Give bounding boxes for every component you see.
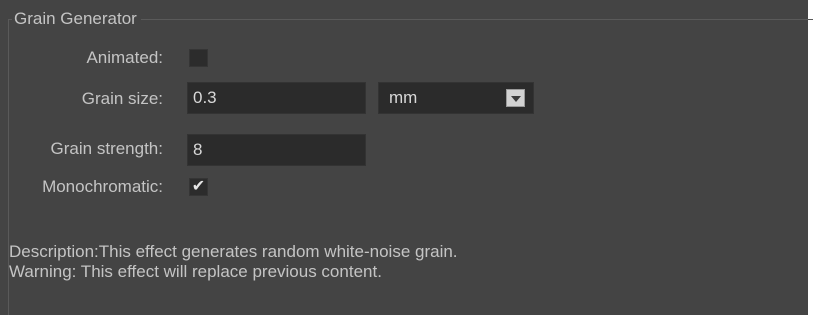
grain-size-input[interactable]: 0.3: [187, 82, 366, 114]
effect-settings-panel: Grain Generator Animated: Grain size: 0.…: [0, 0, 818, 315]
description-text: Description:This effect generates random…: [9, 242, 458, 261]
grain-strength-input[interactable]: 8: [187, 134, 366, 166]
monochromatic-checkbox[interactable]: ✔: [189, 178, 208, 196]
animated-checkbox[interactable]: [189, 49, 208, 67]
monochromatic-label: Monochromatic:: [42, 177, 163, 196]
grain-size-unit-value: mm: [389, 88, 418, 107]
chevron-down-icon[interactable]: [506, 89, 525, 107]
animated-label: Animated:: [86, 48, 163, 67]
grain-size-unit-dropdown[interactable]: mm: [378, 82, 534, 114]
warning-text: Warning: This effect will replace previo…: [9, 262, 382, 281]
group-title: Grain Generator: [12, 9, 141, 29]
grain-strength-label: Grain strength:: [50, 139, 163, 158]
checkmark-icon: ✔: [191, 178, 206, 195]
grain-size-label: Grain size:: [81, 89, 163, 108]
